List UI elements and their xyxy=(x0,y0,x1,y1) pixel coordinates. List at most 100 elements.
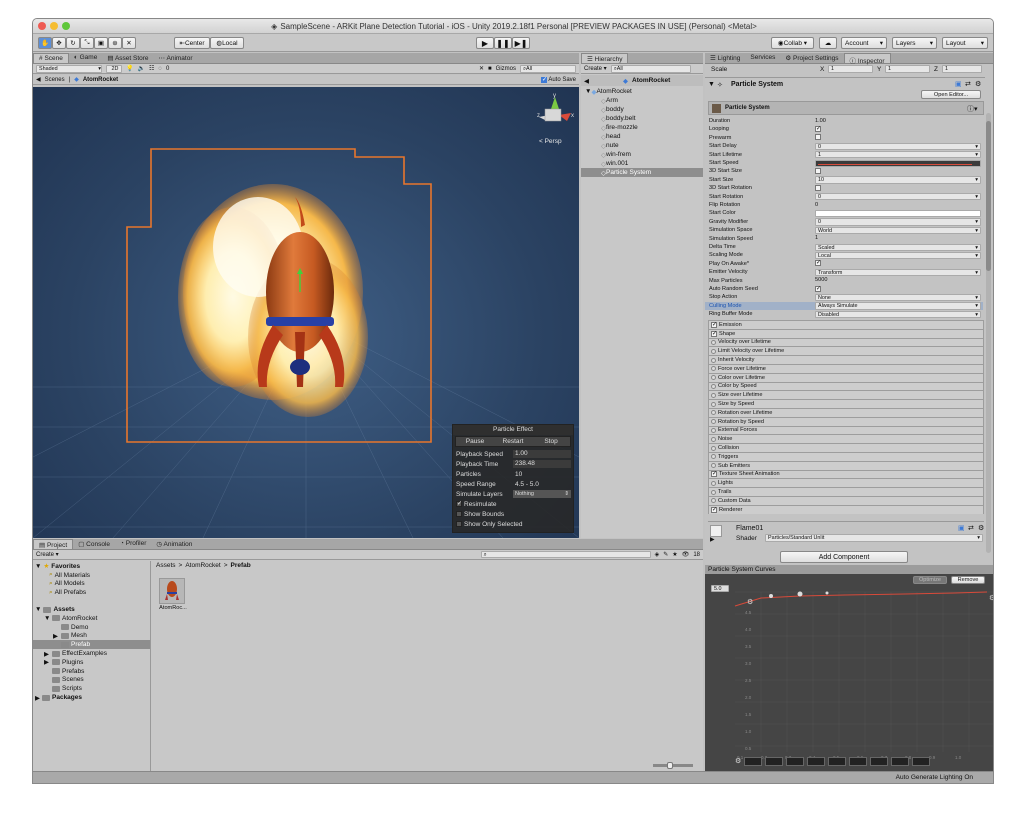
project-folder-item[interactable]: Scripts xyxy=(33,684,150,693)
custom-tool-button[interactable]: ✕ xyxy=(122,37,136,49)
module-row[interactable]: Limit Velocity over Lifetime xyxy=(708,346,984,356)
module-options-icon[interactable]: ⓘ▾ xyxy=(967,104,978,114)
module-row[interactable]: Size over Lifetime xyxy=(708,390,984,400)
shading-mode-dropdown[interactable]: Shaded ▾ xyxy=(36,64,102,73)
tab-hierarchy[interactable]: ☰ Hierarchy xyxy=(581,53,629,63)
foldout-arrow-icon[interactable]: ▼ xyxy=(708,81,715,88)
auto-save-checkbox[interactable]: ✓ xyxy=(540,76,547,83)
tab-game[interactable]: ◐ Game xyxy=(69,53,102,63)
main-module-header[interactable]: Particle System ⓘ▾ xyxy=(708,101,984,115)
module-row[interactable]: Color over Lifetime xyxy=(708,372,984,382)
move-tool-button[interactable]: ✥ xyxy=(52,37,66,49)
breadcrumb-atomrocket[interactable]: AtomRocket xyxy=(185,562,220,572)
module-disabled-indicator[interactable] xyxy=(711,463,716,469)
scenes-back-icon[interactable]: ◀ xyxy=(36,76,41,83)
project-folder-item[interactable]: ▶ EffectExamples xyxy=(33,649,150,658)
module-disabled-indicator[interactable] xyxy=(711,375,716,381)
project-search-input[interactable]: ⌕ xyxy=(480,551,651,558)
tab-services[interactable]: Services xyxy=(745,53,780,63)
curve-preset-linear-down[interactable] xyxy=(786,756,805,766)
module-enabled-checkbox[interactable]: ✓ xyxy=(711,506,717,513)
tab-project[interactable]: ▤ Project xyxy=(33,539,74,549)
asset-size-slider[interactable] xyxy=(653,762,693,769)
scale-tool-button[interactable]: ⤡ xyxy=(80,37,94,49)
audio-toggle-icon[interactable]: 🔈 xyxy=(137,65,144,72)
packages-header[interactable]: ▶ Packages xyxy=(33,693,150,702)
lighting-toggle-icon[interactable]: 💡 xyxy=(126,65,133,72)
back-arrow-icon[interactable]: ◀ xyxy=(584,77,589,85)
module-disabled-indicator[interactable] xyxy=(711,427,716,433)
show-bounds-checkbox[interactable] xyxy=(456,511,462,517)
curve-editor-canvas[interactable]: ⚙ ⚙ 4.54.03.5 3.02.52.0 1.51.00.5 0.1 0.2… xyxy=(705,574,994,772)
hidden-packages-icon[interactable]: 👁 xyxy=(682,551,690,558)
material-preset-icon[interactable]: ⇄ xyxy=(968,524,974,532)
persp-label[interactable]: < Persp xyxy=(539,138,562,145)
module-row[interactable]: Lights xyxy=(708,478,984,488)
component-gear-icon[interactable]: ⚙ xyxy=(975,80,981,88)
project-folder-item[interactable]: ▶ Mesh xyxy=(33,632,150,641)
module-row[interactable]: Noise xyxy=(708,434,984,444)
module-disabled-indicator[interactable] xyxy=(711,401,716,407)
stop-effect-button[interactable]: Stop xyxy=(532,437,570,446)
start-color-swatch[interactable] xyxy=(815,209,981,218)
property-checkbox[interactable]: ✓ xyxy=(815,260,821,267)
scale-y-field[interactable]: 1 xyxy=(885,65,930,73)
module-disabled-indicator[interactable] xyxy=(711,383,716,389)
hierarchy-root-item[interactable]: ▼ ◆ AtomRocket xyxy=(581,87,703,96)
step-button[interactable]: ▶❚ xyxy=(512,37,530,49)
property-checkbox[interactable] xyxy=(815,184,821,191)
curve-preset-linear[interactable] xyxy=(765,756,784,766)
property-value[interactable]: 1.00 xyxy=(815,118,981,125)
project-folder-item[interactable]: Scenes xyxy=(33,676,150,685)
module-disabled-indicator[interactable] xyxy=(711,410,716,416)
minimize-window-button[interactable] xyxy=(50,22,58,30)
filter-type-icon[interactable]: ◈ xyxy=(655,551,660,558)
2d-toggle[interactable]: 2D xyxy=(106,64,122,73)
hidden-objects-icon[interactable]: ◌ xyxy=(158,66,162,72)
module-row[interactable]: Color by Speed xyxy=(708,381,984,391)
property-field[interactable]: World ▾ xyxy=(815,226,981,235)
module-disabled-indicator[interactable] xyxy=(711,480,716,486)
module-disabled-indicator[interactable] xyxy=(711,419,716,425)
simulate-layers-dropdown[interactable]: Nothing ⇕ xyxy=(513,490,571,498)
module-disabled-indicator[interactable] xyxy=(711,436,716,442)
curve-wrap-gear-icon[interactable]: ⚙ xyxy=(747,598,753,606)
project-folder-item[interactable]: ▼ AtomRocket xyxy=(33,614,150,623)
hierarchy-create-dropdown[interactable]: Create ▾ xyxy=(584,65,607,72)
property-checkbox-wrap[interactable]: ✓ xyxy=(815,260,981,267)
property-field[interactable]: Scaled ▾ xyxy=(815,243,981,251)
show-bounds-toggle[interactable]: Show Bounds xyxy=(453,509,573,519)
scene-viewport[interactable]: y x z < Persp Particle Effect Pause Rest… xyxy=(33,87,579,538)
property-value[interactable]: 1 xyxy=(815,235,981,242)
curve-preset-ease-in[interactable] xyxy=(807,756,826,766)
curve-key-point[interactable] xyxy=(769,594,773,598)
hierarchy-item[interactable]: ◇ nute xyxy=(581,141,703,150)
expand-arrow-icon[interactable]: ▼ xyxy=(44,615,50,622)
pivot-space-toggle[interactable]: ◍ Local xyxy=(210,37,244,49)
module-disabled-indicator[interactable] xyxy=(711,357,716,363)
property-checkbox[interactable] xyxy=(815,134,821,141)
module-enabled-checkbox[interactable]: ✓ xyxy=(711,321,717,328)
favorites-item-models[interactable]: ⌕ All Models xyxy=(33,580,150,589)
module-row[interactable]: Custom Data xyxy=(708,496,984,505)
foldout-arrow-icon[interactable]: ▶ xyxy=(710,536,715,543)
tab-scene[interactable]: # Scene xyxy=(33,53,69,63)
scene-gizmo[interactable]: y x z < Persp xyxy=(537,93,574,145)
module-disabled-indicator[interactable] xyxy=(711,445,716,451)
hierarchy-item[interactable]: ◇ win.001 xyxy=(581,159,703,168)
module-row[interactable]: Sub Emitters xyxy=(708,460,984,470)
breadcrumb-assets[interactable]: Assets xyxy=(156,562,176,572)
cloud-button[interactable]: ☁ xyxy=(819,37,837,49)
account-dropdown[interactable]: Account ▾ xyxy=(841,37,887,49)
hierarchy-item[interactable]: ◇ fire-mozzle xyxy=(581,123,703,132)
close-window-button[interactable] xyxy=(38,22,46,30)
property-field[interactable]: Transform ▾ xyxy=(815,268,981,277)
playback-time-field[interactable]: 238.48 xyxy=(513,460,571,468)
help-icon[interactable]: ▣ xyxy=(955,80,962,88)
module-row[interactable]: Rotation by Speed xyxy=(708,416,984,426)
module-row[interactable]: Rotation over Lifetime xyxy=(708,408,984,417)
shader-dropdown[interactable]: Particles/Standard Unlit ▾ xyxy=(765,534,983,542)
module-disabled-indicator[interactable] xyxy=(711,366,716,372)
layers-dropdown[interactable]: Layers ▾ xyxy=(892,37,937,49)
property-field[interactable]: None ▾ xyxy=(815,293,981,302)
